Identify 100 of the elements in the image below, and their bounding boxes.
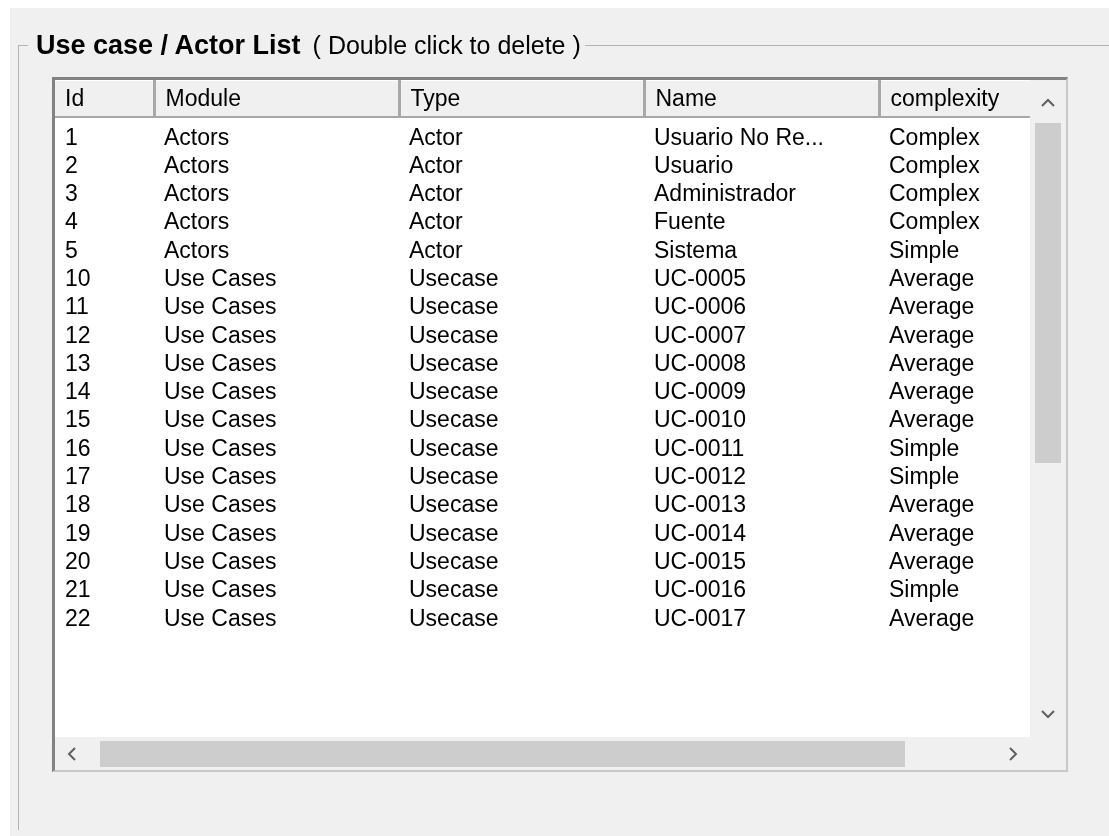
- table-cell-text: Actor: [408, 235, 464, 264]
- table-cell-text: Usecase: [408, 433, 500, 463]
- horizontal-scrollbar[interactable]: [55, 737, 1030, 770]
- scroll-thumb[interactable]: [100, 740, 905, 767]
- table-cell-text: 16: [64, 433, 92, 463]
- table-cell-text: Usecase: [408, 575, 500, 604]
- table-cell-text: 2: [64, 150, 79, 180]
- table-cell-text: Usecase: [408, 518, 500, 547]
- table-cell-text: Fuente: [653, 207, 727, 236]
- table-cell-text: Average: [888, 348, 976, 378]
- table-cell-text: Usecase: [408, 264, 500, 293]
- table-cell-text: 12: [64, 320, 92, 349]
- table-cell-text: UC-0012: [653, 462, 748, 491]
- table-cell-text: Actors: [163, 179, 231, 208]
- table-cell-text: 4: [64, 207, 79, 236]
- table-cell-text: Administrador: [653, 179, 797, 208]
- table-cell-text: Use Cases: [163, 320, 278, 349]
- scroll-thumb[interactable]: [1035, 123, 1061, 463]
- scroll-down-icon[interactable]: [1041, 710, 1055, 719]
- column-header[interactable]: Name: [644, 80, 879, 117]
- table-cell-text: UC-0006: [653, 292, 748, 321]
- table-cell-text: Actor: [408, 122, 464, 151]
- table-cell-text: Actors: [163, 207, 231, 236]
- table-cell-text: Actors: [163, 150, 231, 180]
- column-header[interactable]: Type: [399, 80, 644, 117]
- table-cell-text: Simple: [888, 462, 961, 491]
- table-cell-text: Average: [888, 405, 976, 434]
- table-cell-text: UC-0011: [653, 433, 746, 463]
- table-cell-text: Usecase: [408, 348, 500, 378]
- table-cell-text: 11: [64, 292, 90, 321]
- scroll-left-icon[interactable]: [67, 746, 76, 761]
- table-cell-text: Average: [888, 320, 976, 349]
- table-cell-text: Average: [888, 518, 976, 547]
- column-header[interactable]: Module: [154, 80, 399, 117]
- table-cell-text: Sistema: [653, 235, 739, 264]
- table-cell-text: Use Cases: [163, 377, 278, 406]
- table-cell-text: Average: [888, 490, 976, 519]
- table-cell-text: Use Cases: [163, 603, 278, 632]
- table-cell-text: UC-0014: [653, 518, 748, 547]
- table-cell-text: Usecase: [408, 292, 500, 321]
- column-header[interactable]: complexity: [879, 80, 1030, 117]
- table-cell-text: Actor: [408, 179, 464, 208]
- table-cell-text: 5: [64, 235, 79, 264]
- scroll-right-icon[interactable]: [1009, 746, 1018, 761]
- table-cell-text: Usecase: [408, 320, 500, 349]
- table-cell-text: Complex: [888, 207, 981, 236]
- table-cell-text: Usuario No Re...: [653, 122, 825, 151]
- table-cell-text: Simple: [888, 575, 961, 604]
- table-cell-text: UC-0017: [653, 603, 748, 632]
- table-cell-text: UC-0007: [653, 320, 748, 349]
- table-cell-text: Usecase: [408, 546, 500, 576]
- table-cell-text: Actors: [163, 122, 231, 151]
- table-cell-text: Average: [888, 377, 976, 406]
- table-cell-text: Actors: [163, 235, 231, 264]
- table-cell-text: Use Cases: [163, 490, 278, 519]
- table-cell-text: Complex: [888, 122, 981, 151]
- table-cell-text: Average: [888, 292, 976, 321]
- table-cell-text: Average: [888, 603, 976, 632]
- table-cell-text: 10: [64, 264, 92, 293]
- table-cell-text: Simple: [888, 433, 961, 463]
- table-cell-text: UC-0005: [653, 264, 748, 293]
- table-cell-text: Use Cases: [163, 433, 278, 463]
- table-cell-text: Actor: [408, 207, 464, 236]
- table-cell-text: Use Cases: [163, 546, 278, 576]
- table-cell-text: Simple: [888, 235, 961, 264]
- table-cell-text: Use Cases: [163, 462, 278, 491]
- table-cell-text: Average: [888, 546, 976, 576]
- table-cell-text: Usecase: [408, 405, 500, 434]
- table-cell-text: 17: [64, 462, 92, 491]
- table-cell-text: 14: [64, 377, 92, 406]
- table-cell-text: UC-0016: [653, 575, 748, 604]
- table-cell-text: Average: [888, 264, 976, 293]
- table-cell-text: Actor: [408, 150, 464, 180]
- table-cell-text: 22: [64, 603, 92, 632]
- table-cell-text: UC-0010: [653, 405, 748, 434]
- table-cell-text: Usuario: [653, 150, 735, 180]
- table-cell-text: Use Cases: [163, 264, 278, 293]
- table-cell-text: 21: [64, 575, 92, 604]
- group-title: Use case / Actor List: [36, 30, 301, 60]
- list-view[interactable]: [52, 77, 1068, 772]
- table-cell-text: Usecase: [408, 490, 500, 519]
- table-cell-text: UC-0013: [653, 490, 748, 519]
- scroll-up-icon[interactable]: [1041, 98, 1055, 107]
- table-cell-text: UC-0015: [653, 546, 748, 576]
- table-cell-text: Use Cases: [163, 575, 278, 604]
- table-cell-text: Use Cases: [163, 292, 278, 321]
- group-hint: ( Double click to delete ): [312, 31, 581, 59]
- column-header[interactable]: Id: [55, 80, 154, 117]
- table-cell-text: Use Cases: [163, 518, 278, 547]
- table-cell-text: 13: [64, 348, 92, 378]
- table-cell-text: 15: [64, 405, 92, 434]
- table-cell-text: Complex: [888, 179, 981, 208]
- table-cell-text: 20: [64, 546, 92, 576]
- table-cell-text: UC-0008: [653, 348, 748, 378]
- table-cell-text: 18: [64, 490, 92, 519]
- table-cell-text: UC-0009: [653, 377, 748, 406]
- table-cell-text: Use Cases: [163, 405, 278, 434]
- vertical-scrollbar[interactable]: [1030, 80, 1066, 737]
- table-cell-text: Usecase: [408, 377, 500, 406]
- table-cell-text: 3: [64, 179, 79, 208]
